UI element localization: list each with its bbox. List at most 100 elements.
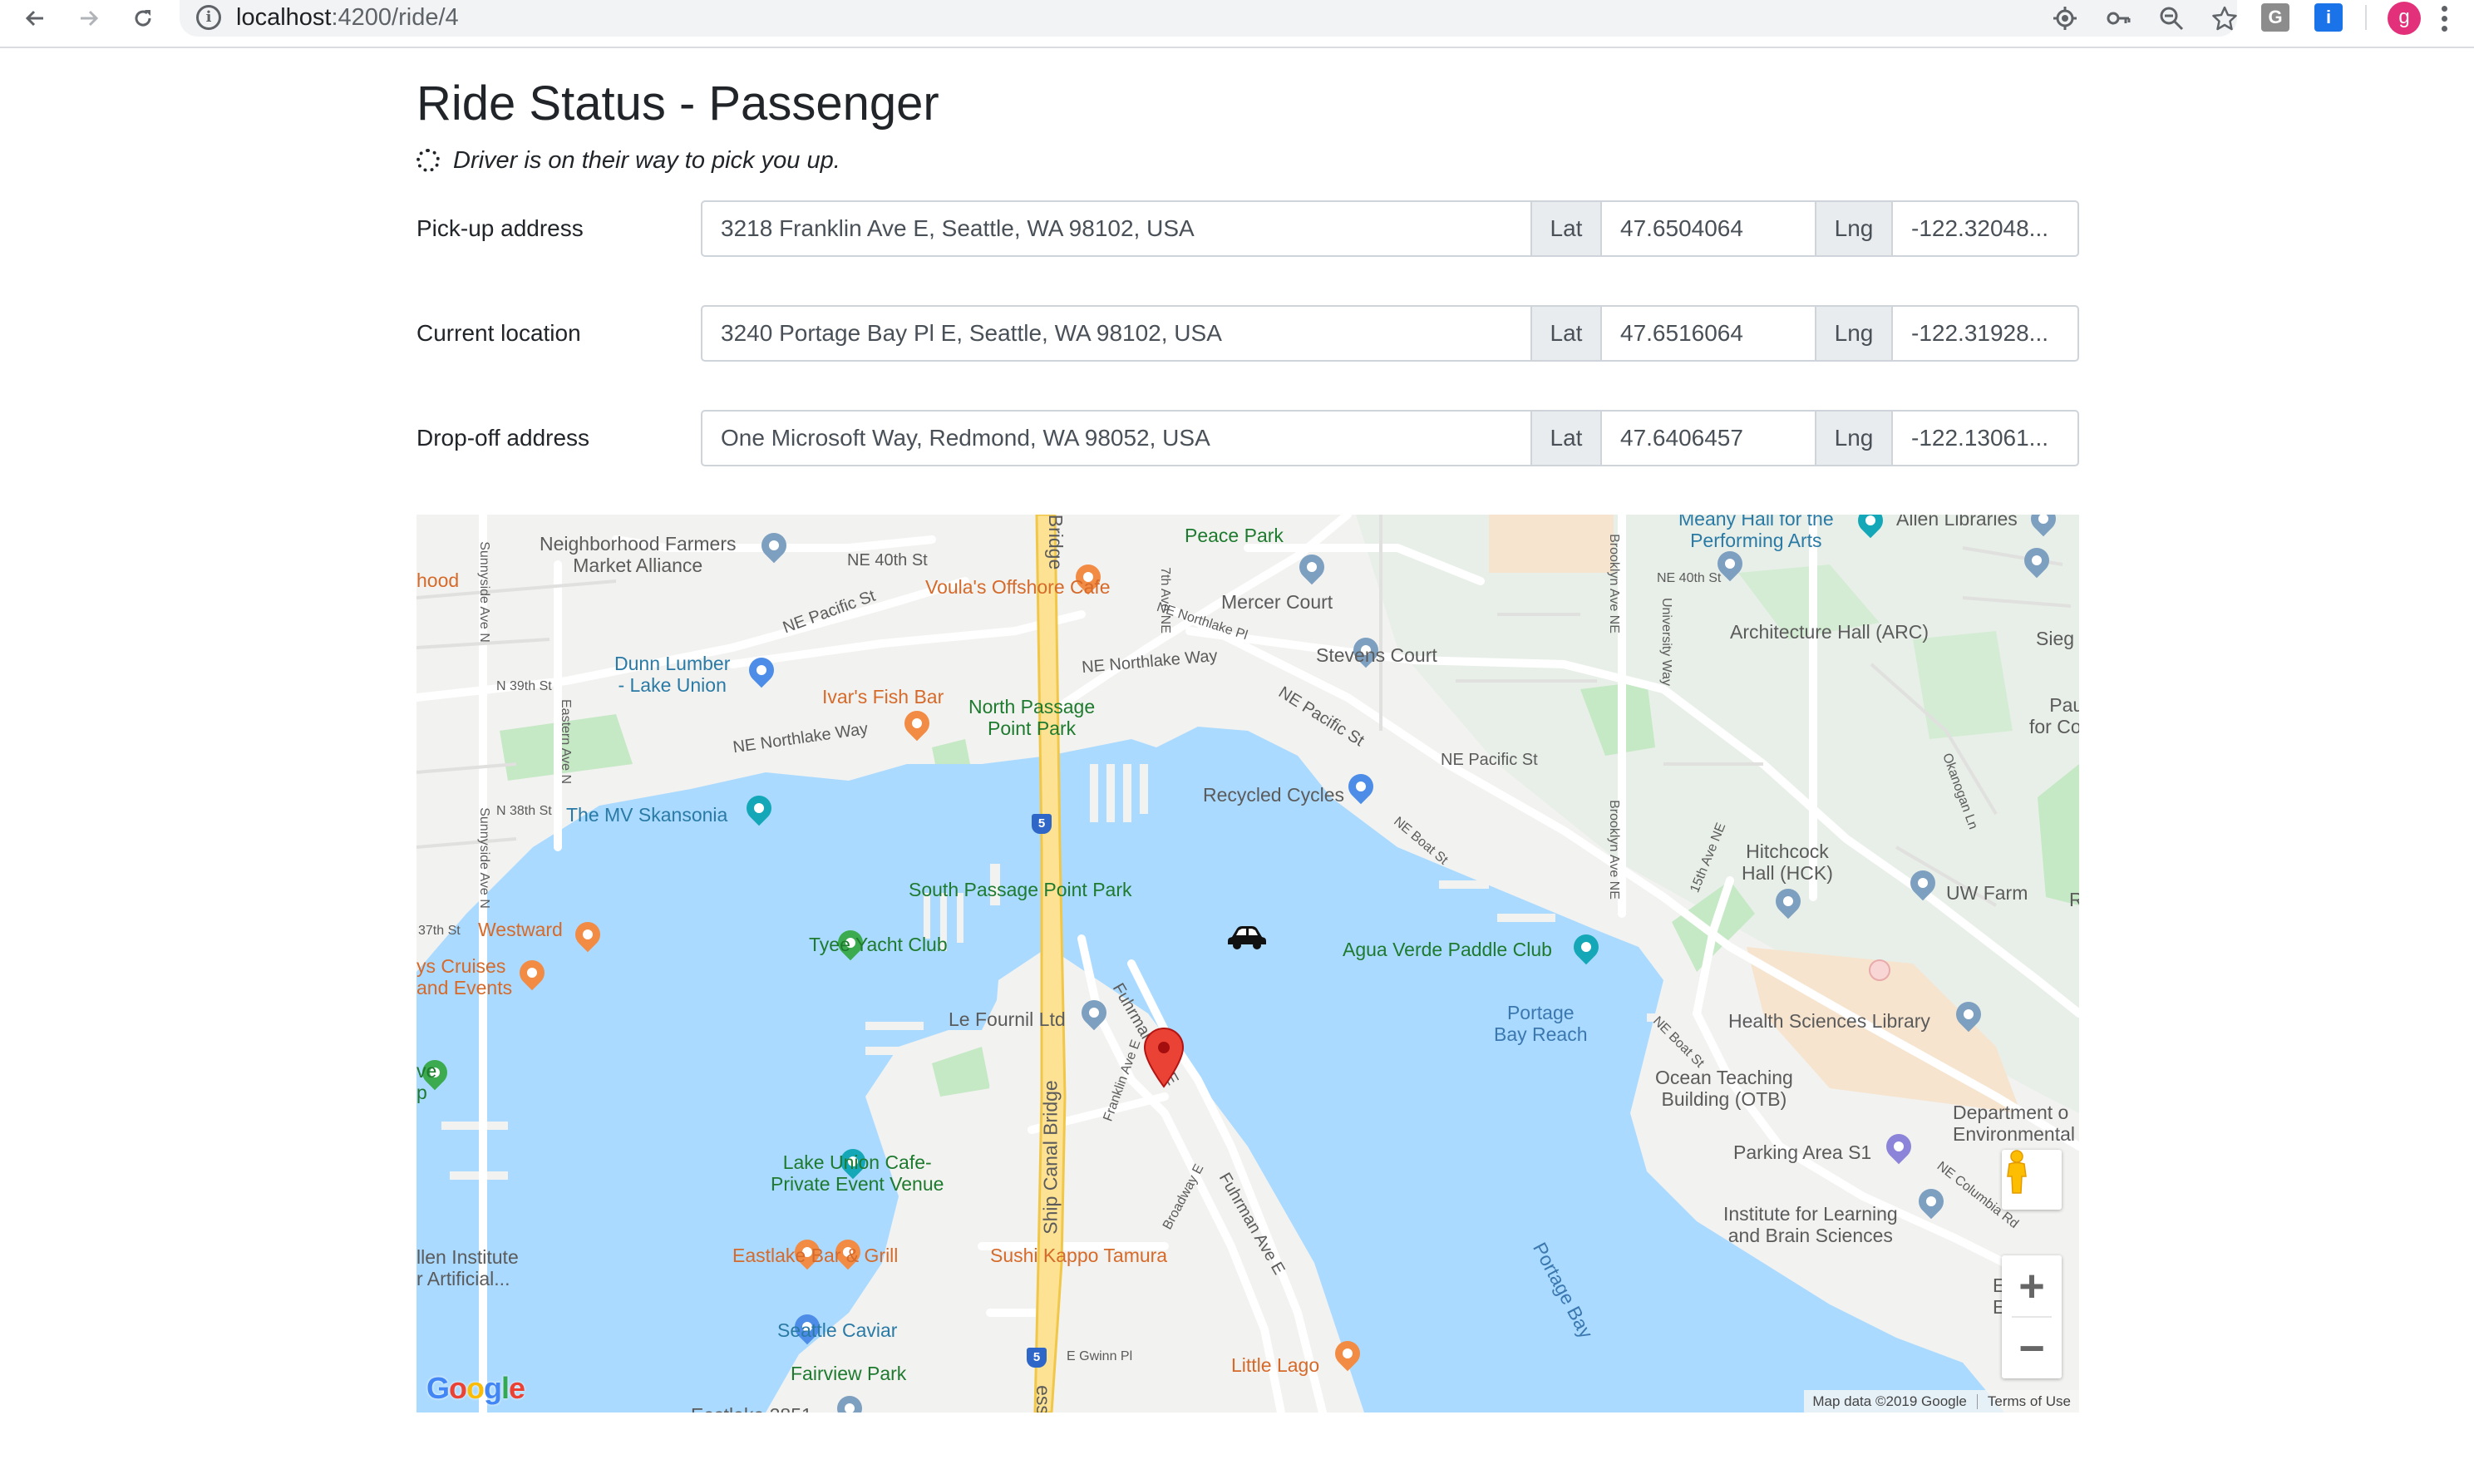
pickup-lng-addon: Lng (1815, 200, 1893, 257)
reload-icon[interactable] (123, 2, 163, 35)
map-label: Dunn Lumber - Lake Union (614, 653, 731, 696)
location-target-icon[interactable] (2047, 2, 2083, 35)
pickup-address-input[interactable]: 3218 Franklin Ave E, Seattle, WA 98102, … (701, 200, 1532, 257)
current-location-input[interactable]: 3240 Portage Bay Pl E, Seattle, WA 98102… (701, 305, 1532, 362)
map-label: Mercer Court (1221, 591, 1333, 613)
profile-avatar[interactable]: g (2388, 2, 2421, 35)
current-location-label: Current location (416, 320, 581, 346)
map-label: Department o Environmental (1953, 1102, 2076, 1145)
address-bar[interactable]: i localhost:4200/ride/4 (180, 0, 2237, 37)
street-view-pegman-icon[interactable] (2002, 1150, 2062, 1210)
zoom-control: + − (2002, 1255, 2062, 1378)
map-label: N 39th St (496, 679, 552, 693)
dropoff-label: Drop-off address (416, 425, 590, 451)
map-label: hood (416, 569, 460, 591)
map-label: Voula's Offshore Cafe (925, 576, 1111, 598)
map-label: NE 40th St (1657, 571, 1722, 585)
dropoff-lat-input[interactable]: 47.6406457 (1600, 410, 1816, 466)
map-label: llen Institute r Artificial... (416, 1246, 519, 1289)
pickup-lng-input[interactable]: -122.32048... (1891, 200, 2079, 257)
pickup-row: Pick-up address 3218 Franklin Ave E, Sea… (416, 200, 2079, 257)
forward-arrow-icon[interactable] (69, 2, 109, 35)
map-label: Eastern Ave N (558, 699, 573, 784)
terms-of-use-link[interactable]: Terms of Use (1988, 1393, 2071, 1410)
status-text: Driver is on their way to pick you up. (453, 146, 840, 174)
map-label: Eastlake Bar & Grill (732, 1245, 899, 1266)
map-label: Allen Libraries (1896, 515, 2018, 530)
map-label: R (2069, 889, 2079, 910)
map-attribution: Map data ©2019 Google Terms of Use (1804, 1390, 2079, 1413)
map-label: ve p (416, 1060, 437, 1103)
browser-menu-icon[interactable] (2436, 3, 2452, 33)
map-label: Peace Park (1185, 525, 1284, 546)
extension-g-icon[interactable]: G (2261, 3, 2289, 32)
map-label: Bridge (1045, 515, 1067, 570)
key-icon[interactable] (2100, 2, 2136, 35)
map-label: Sieg (2036, 628, 2075, 649)
dropoff-lng-addon: Lng (1815, 410, 1893, 466)
current-lat-addon: Lat (1530, 305, 1602, 362)
google-logo[interactable]: Google (426, 1371, 525, 1406)
map-label: Fairview Park (791, 1363, 907, 1384)
pickup-label: Pick-up address (416, 215, 584, 241)
browser-toolbar: i localhost:4200/ride/4 G i g (0, 0, 2474, 48)
attribution-divider (1976, 1393, 1978, 1409)
pickup-lat-addon: Lat (1530, 200, 1602, 257)
map-label: Parking Area S1 (1733, 1141, 1872, 1163)
url-text[interactable]: localhost:4200/ride/4 (236, 2, 459, 33)
page-title: Ride Status - Passenger (416, 76, 939, 131)
dropoff-row: Drop-off address One Microsoft Way, Redm… (416, 410, 2079, 466)
interstate-5-shield-icon: 5 (1032, 814, 1052, 834)
map-label: Le Fournil Ltd (949, 1008, 1066, 1030)
loading-spinner-icon (416, 149, 440, 172)
map-label: Sunnyside Ave N (476, 541, 491, 643)
ride-map[interactable]: 5 5 Neighborhood Farmers Market Alliance… (416, 515, 2079, 1413)
back-arrow-icon[interactable] (15, 2, 55, 35)
current-location-row: Current location 3240 Portage Bay Pl E, … (416, 305, 2079, 362)
map-label: Sushi Kappo Tamura (990, 1245, 1168, 1266)
interstate-5-shield-icon: 5 (1027, 1348, 1047, 1368)
map-label: Tyee Yacht Club (809, 934, 948, 955)
map-label: Institute for Learning and Brain Science… (1723, 1203, 1898, 1246)
map-label: Ocean Teaching Building (OTB) (1655, 1067, 1793, 1110)
current-lng-addon: Lng (1815, 305, 1893, 362)
map-label: NE Pacific St (1441, 751, 1538, 769)
dropoff-lat-addon: Lat (1530, 410, 1602, 466)
map-label: Recycled Cycles (1203, 784, 1344, 806)
map-label: UW Farm (1946, 882, 2028, 904)
map-label: Neighborhood Farmers Market Alliance (540, 533, 737, 576)
map-base (416, 515, 2079, 1413)
dropoff-lng-input[interactable]: -122.13061... (1891, 410, 2079, 466)
star-icon[interactable] (2206, 2, 2243, 35)
map-data-text: Map data ©2019 Google (1812, 1393, 1967, 1409)
map-label: Eastlake 2851 (691, 1404, 812, 1413)
zoom-out-button[interactable]: − (2002, 1318, 2062, 1378)
map-label: Portage Bay Reach (1494, 1002, 1588, 1045)
current-lng-input[interactable]: -122.31928... (1891, 305, 2079, 362)
map-label: Hitchcock Hall (HCK) (1742, 841, 1833, 884)
zoom-in-button[interactable]: + (2002, 1255, 2062, 1316)
map-label: Westward (478, 919, 563, 940)
map-label: Little Lago (1231, 1354, 1320, 1376)
map-label: Paul for Comp (2029, 694, 2079, 737)
map-label: Architecture Hall (ARC) (1730, 621, 1929, 643)
toolbar-divider (2365, 5, 2367, 30)
pickup-lat-input[interactable]: 47.6504064 (1600, 200, 1816, 257)
map-label: Stevens Court (1316, 644, 1437, 666)
info-icon[interactable]: i (196, 5, 221, 30)
map-label: Brooklyn Ave NE (1606, 800, 1621, 900)
zoom-out-icon[interactable] (2153, 2, 2190, 35)
map-label: Ship Canal Bridge (1039, 1080, 1062, 1235)
map-label: Brooklyn Ave NE (1606, 534, 1621, 634)
map-label: Meany Hall for the Performing Arts (1678, 515, 1834, 551)
current-lat-input[interactable]: 47.6516064 (1600, 305, 1816, 362)
dropoff-address-input[interactable]: One Microsoft Way, Redmond, WA 98052, US… (701, 410, 1532, 466)
ride-status: Driver is on their way to pick you up. (416, 143, 840, 178)
map-label: Lake Union Cafe- Private Event Venue (771, 1151, 944, 1195)
map-label: Agua Verde Paddle Club (1343, 939, 1552, 960)
map-label: NE 40th St (847, 551, 928, 569)
map-label: ess (1032, 1385, 1054, 1413)
map-label: E Gwinn Pl (1067, 1349, 1133, 1363)
map-label: 37th St (418, 924, 461, 938)
extension-info-icon[interactable]: i (2314, 3, 2343, 32)
